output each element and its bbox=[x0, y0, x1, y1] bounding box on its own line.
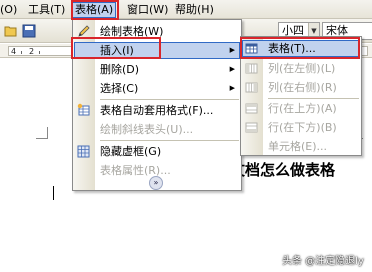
submenu-arrow-icon: ▶ bbox=[229, 65, 235, 73]
menu-item-label: 行(在上方)(A) bbox=[268, 102, 337, 115]
menu-item-label: 删除(D) bbox=[100, 63, 140, 76]
menu-help[interactable]: 帮助(H) bbox=[175, 3, 214, 17]
menu-item-select[interactable]: 选择(C) ▶ bbox=[73, 79, 241, 98]
menu-tools[interactable]: 工具(T) bbox=[28, 3, 65, 17]
submenu-item-row-above[interactable]: 行(在上方)(A) bbox=[241, 99, 361, 118]
ruler-tick bbox=[39, 51, 40, 54]
menu-item-label: 绘制表格(W) bbox=[100, 25, 164, 38]
menu-item-label: 表格(T)... bbox=[268, 42, 316, 55]
table-autoformat-icon bbox=[76, 103, 91, 118]
menu-window[interactable]: 窗口(W) bbox=[127, 3, 168, 17]
menu-item-delete[interactable]: 删除(D) ▶ bbox=[73, 60, 241, 79]
menu-item-label: 表格自动套用格式(F)... bbox=[100, 104, 214, 117]
menu-item-draw-table[interactable]: 绘制表格(W) bbox=[73, 22, 241, 41]
text-caret bbox=[53, 186, 54, 200]
menu-item-table-autoformat[interactable]: 表格自动套用格式(F)... bbox=[73, 101, 241, 120]
ruler-number: 2 bbox=[29, 47, 35, 56]
menu-item-label: 行(在下方)(B) bbox=[268, 121, 337, 134]
save-icon[interactable] bbox=[21, 23, 37, 39]
ruler-tick bbox=[21, 51, 22, 54]
menu-item-insert[interactable]: 插入(I) ▶ bbox=[73, 41, 241, 60]
watermark: 头条 @注定隐退ly bbox=[282, 256, 364, 267]
row-above-icon bbox=[244, 101, 259, 116]
submenu-item-row-below[interactable]: 行(在下方)(B) bbox=[241, 118, 361, 137]
menu-item-label: 绘制斜线表头(U)... bbox=[100, 123, 194, 136]
margin-mark-left bbox=[36, 127, 48, 139]
menu-item-label: 隐藏虚框(G) bbox=[100, 145, 162, 158]
menu-item-hide-gridlines[interactable]: 隐藏虚框(G) bbox=[73, 142, 241, 161]
column-right-icon bbox=[244, 80, 259, 95]
submenu-arrow-icon: ▶ bbox=[229, 84, 235, 92]
menu-item-label: 列(在左侧)(L) bbox=[268, 62, 336, 75]
menu-item-label: 插入(I) bbox=[100, 44, 134, 57]
gridlines-icon bbox=[76, 144, 91, 159]
submenu-item-column-left[interactable]: 列(在左侧)(L) bbox=[241, 59, 361, 78]
menu-item-label: 单元格(E)... bbox=[268, 140, 328, 153]
submenu-item-cells[interactable]: 单元格(E)... bbox=[241, 137, 361, 156]
highlight-bg bbox=[74, 42, 240, 59]
menu-item-draw-diagonal-header[interactable]: 绘制斜线表头(U)... bbox=[73, 120, 241, 139]
menu-separator bbox=[100, 99, 239, 100]
menu-item-label: 列(在右侧)(R) bbox=[268, 81, 337, 94]
document-title: 文档怎么做表格 bbox=[230, 161, 336, 179]
row-below-icon bbox=[244, 120, 259, 135]
submenu-item-column-right[interactable]: 列(在右侧)(R) bbox=[241, 78, 361, 97]
insert-submenu: 表格(T)... 列(在左侧)(L) 列(在右侧)(R) 行(在上方)(A) 行… bbox=[240, 36, 362, 156]
column-left-icon bbox=[244, 61, 259, 76]
submenu-item-table[interactable]: 表格(T)... bbox=[241, 39, 361, 58]
open-icon[interactable] bbox=[3, 23, 19, 39]
pencil-icon bbox=[76, 24, 91, 39]
ruler-number: 4 bbox=[11, 47, 17, 56]
double-chevron-down-icon[interactable]: » bbox=[149, 176, 163, 190]
table-menu: 绘制表格(W) 插入(I) ▶ 删除(D) ▶ 选择(C) ▶ 表格自动套用格式… bbox=[72, 19, 242, 191]
menu-table[interactable]: 表格(A) bbox=[72, 2, 117, 18]
menu-format-partial[interactable]: (O) bbox=[0, 3, 17, 17]
menu-item-label: 选择(C) bbox=[100, 82, 139, 95]
menu-bar: (O) 工具(T) 表格(A) 窗口(W) 帮助(H) bbox=[0, 0, 372, 19]
menu-separator bbox=[100, 140, 239, 141]
table-icon bbox=[244, 41, 259, 56]
submenu-arrow-icon: ▶ bbox=[229, 46, 235, 54]
